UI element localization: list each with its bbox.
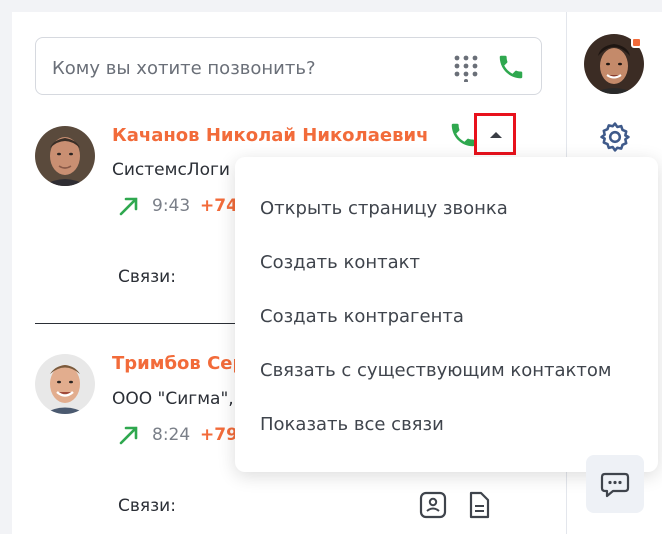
call-actions-menu: Открыть страницу звонка Создать контакт …: [235, 157, 658, 472]
call-search-input[interactable]: [52, 56, 432, 80]
outgoing-arrow-icon: [119, 426, 138, 445]
phone-icon[interactable]: [496, 52, 526, 82]
menu-item-show-all-links[interactable]: Показать все связи: [260, 414, 444, 435]
call-search-box[interactable]: [35, 37, 542, 95]
caret-up-icon: [490, 132, 502, 138]
chat-icon: [600, 472, 630, 498]
document-icon[interactable]: [464, 490, 494, 520]
call-time: 9:43: [152, 196, 191, 216]
chat-button[interactable]: [586, 455, 644, 513]
outgoing-arrow-icon: [119, 197, 138, 216]
menu-item-link-existing-contact[interactable]: Связать с существующим контактом: [260, 360, 611, 381]
call-time: 8:24: [152, 425, 191, 445]
gear-icon[interactable]: [598, 120, 632, 154]
contact-card-icon[interactable]: [418, 490, 448, 520]
status-badge: [631, 37, 642, 48]
links-label: Связи:: [118, 267, 176, 287]
dialpad-icon[interactable]: [452, 54, 480, 82]
contact-company: ООО "Сигма",: [112, 389, 234, 409]
links-label: Связи:: [118, 496, 176, 516]
contact-avatar: [35, 354, 95, 414]
call-phone-number[interactable]: +74: [200, 196, 238, 216]
menu-item-open-call-page[interactable]: Открыть страницу звонка: [260, 198, 508, 219]
contact-company: СистемсЛоги: [112, 160, 230, 180]
actions-menu-toggle[interactable]: [474, 113, 516, 155]
menu-item-create-counterparty[interactable]: Создать контрагента: [260, 306, 464, 327]
menu-item-create-contact[interactable]: Создать контакт: [260, 252, 420, 273]
contact-avatar: [35, 126, 95, 186]
contact-name[interactable]: Качанов Николай Николаевич: [112, 125, 428, 146]
call-phone-number[interactable]: +79: [200, 425, 238, 445]
contact-name[interactable]: Тримбов Серг: [112, 353, 255, 374]
